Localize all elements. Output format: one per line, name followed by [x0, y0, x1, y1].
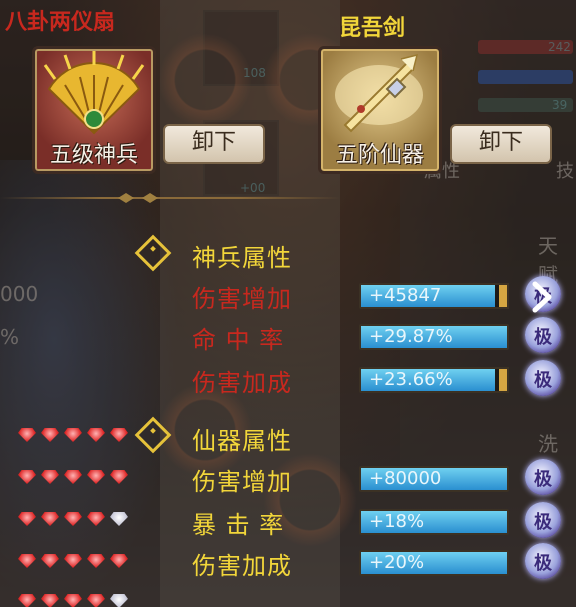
attribute-value: +18% [369, 511, 425, 532]
attribute-value: +80000 [369, 468, 442, 489]
attribute-label: 暴 击 率 [192, 511, 285, 539]
attribute-bar: +80000 [359, 466, 509, 492]
unequip-artifact-button[interactable]: 卸下 [450, 124, 552, 164]
section-divider [0, 197, 340, 199]
max-level-badge-label: 极 [534, 469, 552, 490]
attribute-label: 伤害加成 [192, 552, 292, 580]
attribute-bar: +20% [359, 550, 509, 576]
unequip-weapon-button[interactable]: 卸下 [163, 124, 265, 164]
max-level-badge-icon: 极 [525, 502, 561, 538]
attribute-value: +23.66% [369, 369, 453, 390]
max-level-badge-label: 极 [534, 512, 552, 533]
max-level-badge-icon: 极 [525, 360, 561, 396]
attribute-bar-cap [499, 283, 509, 309]
attribute-value: +45847 [369, 285, 442, 306]
attribute-bar: +45847 [359, 283, 509, 309]
artifact-tier-label: 五阶仙器 [335, 143, 424, 168]
artifact-slot[interactable]: 五阶仙器 [318, 46, 442, 174]
attribute-value: +29.87% [369, 326, 453, 347]
attribute-bar: +29.87% [359, 324, 509, 350]
attribute-label: 伤害增加 [192, 468, 292, 496]
artifact-name: 昆吾剑 [339, 16, 406, 41]
attribute-label: 命 中 率 [192, 326, 285, 354]
attribute-bar: +23.66% [359, 367, 509, 393]
fan-icon [43, 51, 145, 135]
immortal-attributes-title: 仙器属性 [192, 427, 292, 455]
divine-attributes-title: 神兵属性 [192, 244, 292, 272]
max-level-badge-label: 极 [534, 370, 552, 391]
max-level-badge-icon: 极 [525, 543, 561, 579]
max-level-badge-label: 极 [534, 553, 552, 574]
divider-ornament-icon [118, 193, 158, 203]
attribute-bar-cap [499, 367, 509, 393]
equipment-attribute-overlay: 242 39 108 +00 000 % 天赋 洗练 属性 技 八卦两仪扇 五级… [0, 0, 576, 607]
sword-icon [335, 53, 423, 133]
attribute-bar: +18% [359, 509, 509, 535]
attribute-value: +20% [369, 552, 425, 573]
chevron-right-icon[interactable] [525, 280, 559, 314]
weapon-slot[interactable]: 五级神兵 [32, 46, 156, 174]
weapon-tier-label: 五级神兵 [49, 143, 138, 168]
max-level-badge-icon: 极 [525, 459, 561, 495]
weapon-name: 八卦两仪扇 [5, 10, 116, 35]
attribute-label: 伤害加成 [192, 369, 292, 397]
max-level-badge-icon: 极 [525, 317, 561, 353]
max-level-badge-label: 极 [534, 327, 552, 348]
attribute-label: 伤害增加 [192, 285, 292, 313]
